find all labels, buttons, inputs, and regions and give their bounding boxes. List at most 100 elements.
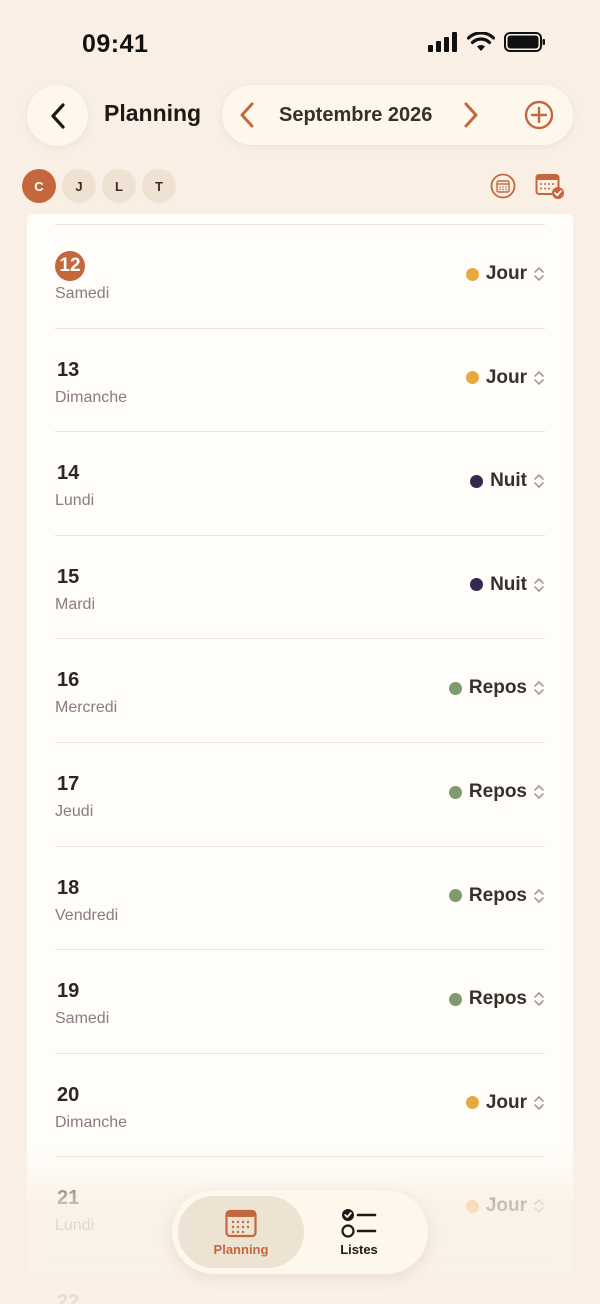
day-number-today: 12: [55, 251, 85, 281]
day-number: 15: [57, 565, 80, 588]
shift-selector[interactable]: Repos: [448, 781, 545, 803]
filter-chip-t[interactable]: T: [142, 169, 176, 203]
list-item[interactable]: 15 Mardi Nuit: [55, 534, 545, 639]
add-button[interactable]: [522, 98, 556, 132]
weekday-label: Vendredi: [55, 906, 119, 924]
shift-dot: [465, 1199, 479, 1213]
filter-chip-j[interactable]: J: [62, 169, 96, 203]
chevron-left-icon: [50, 102, 65, 129]
shift-dot: [465, 371, 479, 385]
filter-chip-l[interactable]: L: [102, 169, 136, 203]
shift-selector[interactable]: Repos: [448, 884, 545, 907]
shift-label: Nuit: [490, 573, 527, 595]
shift-label: Jour: [485, 1195, 527, 1217]
day-number: 18: [57, 876, 80, 899]
shift-selector[interactable]: Repos: [448, 677, 545, 699]
list-item[interactable]: 18 Vendredi Repos: [55, 845, 545, 950]
shift-label: Repos: [468, 677, 527, 699]
chevron-up-down-icon: [534, 577, 544, 592]
weekday-label: Jeudi: [55, 803, 94, 820]
day-number: 19: [57, 980, 80, 1003]
status-time: 09:41: [82, 30, 149, 58]
shift-label: Jour: [485, 263, 527, 284]
shift-selector[interactable]: Nuit: [470, 574, 545, 596]
chevron-right-icon: [464, 102, 478, 128]
tab-bar: Planning Listes: [172, 1190, 428, 1274]
chevron-up-down-icon: [534, 267, 544, 281]
chevron-up-down-icon: [534, 474, 544, 488]
shift-label: Nuit: [490, 470, 527, 492]
day-number: 16: [57, 669, 80, 692]
shift-dot: [448, 785, 462, 799]
shift-label: Repos: [468, 884, 527, 906]
weekday-label: Lundi: [55, 492, 95, 510]
weekday-label: Dimanche: [55, 388, 128, 406]
list-item[interactable]: 17 Jeudi Repos: [55, 742, 545, 846]
shift-selector[interactable]: Jour: [465, 366, 545, 389]
tab-planning[interactable]: Planning: [178, 1196, 304, 1268]
wifi-icon: [467, 32, 495, 51]
weekday-label: Dimanche: [55, 1113, 128, 1131]
chevron-up-down-icon: [534, 1095, 544, 1110]
list-item[interactable]: 20 Dimanche Jour: [55, 1052, 545, 1157]
month-selector: Septembre 2026: [222, 85, 573, 145]
calendar-check-button[interactable]: [535, 172, 565, 200]
weekday-label: Lundi: [55, 1217, 95, 1235]
shift-selector[interactable]: Jour: [465, 1195, 545, 1217]
filter-chips: C J L T: [22, 169, 176, 203]
list-item[interactable]: 16 Mercredi Repos: [55, 638, 545, 742]
chevron-up-down-icon: [534, 1199, 544, 1214]
tab-planning-label: Planning: [213, 1241, 269, 1257]
list-item[interactable]: 19 Samedi Repos: [55, 949, 545, 1053]
chevron-up-down-icon: [534, 992, 544, 1006]
shift-dot: [470, 474, 484, 488]
weekday-label: Samedi: [55, 1010, 110, 1028]
weekday-label: Mercredi: [55, 699, 118, 717]
shift-selector[interactable]: Repos: [448, 988, 545, 1010]
tab-listes-label: Listes: [340, 1241, 378, 1257]
tab-listes[interactable]: Listes: [296, 1196, 422, 1268]
day-number: 14: [57, 462, 80, 485]
shift-dot: [448, 681, 462, 695]
page-title: Planning: [104, 100, 202, 126]
chevron-left-icon: [240, 102, 254, 128]
day-number: 20: [57, 1083, 80, 1106]
shift-dot: [448, 992, 462, 1006]
filter-chip-c[interactable]: C: [22, 169, 56, 203]
calendar-icon: [225, 1209, 257, 1237]
list-item[interactable]: 12 Samedi Jour: [55, 224, 545, 328]
shift-label: Jour: [485, 366, 527, 388]
battery-icon: [504, 32, 545, 52]
checklist-icon: [341, 1208, 377, 1238]
weekday-label: Mardi: [55, 595, 96, 613]
month-label: Septembre 2026: [279, 104, 433, 126]
shift-selector[interactable]: Jour: [465, 263, 545, 285]
day-number: 21: [57, 1187, 80, 1210]
next-month-button[interactable]: [458, 99, 484, 131]
weekday-label: Samedi: [55, 285, 110, 302]
chevron-up-down-icon: [534, 370, 544, 385]
shift-label: Jour: [485, 1091, 527, 1113]
shift-selector[interactable]: Jour: [465, 1091, 545, 1114]
signal-icon: [428, 32, 457, 52]
calendar-circle-icon: [490, 173, 516, 199]
shift-dot: [448, 889, 462, 903]
day-number: 13: [57, 358, 80, 381]
day-number: 22: [57, 1291, 80, 1304]
plus-circle-icon: [524, 100, 554, 130]
status-icons: [428, 32, 546, 52]
back-button[interactable]: [27, 85, 88, 146]
list-item[interactable]: 14 Lundi Nuit: [55, 431, 545, 535]
calendar-check-icon: [535, 174, 564, 199]
day-number: 17: [57, 773, 80, 795]
calendar-view-button[interactable]: [490, 173, 516, 199]
status-bar: 09:41: [0, 0, 600, 84]
list-item[interactable]: 13 Dimanche Jour: [55, 327, 545, 432]
chevron-up-down-icon: [534, 681, 544, 696]
shift-label: Repos: [468, 988, 527, 1010]
chevron-up-down-icon: [534, 888, 544, 903]
chevron-up-down-icon: [534, 785, 544, 799]
previous-month-button[interactable]: [234, 99, 260, 131]
shift-selector[interactable]: Nuit: [470, 470, 545, 492]
shift-dot: [465, 267, 479, 281]
